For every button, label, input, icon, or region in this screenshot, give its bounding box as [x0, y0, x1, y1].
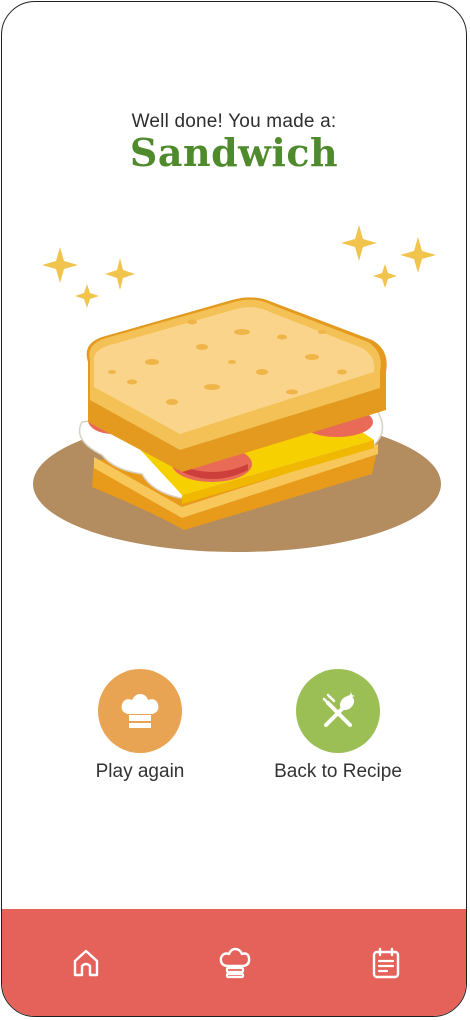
sparkle-icon: [42, 225, 436, 308]
sandwich-illustration: [33, 225, 441, 552]
calendar-icon: [372, 947, 400, 979]
home-icon: [73, 949, 99, 977]
play-again-action[interactable]: Play again: [50, 669, 230, 783]
back-to-recipe-label: Back to Recipe: [274, 761, 402, 782]
chef-hat-icon: [219, 947, 251, 979]
bottom-nav: [2, 909, 466, 1016]
chef-hat-icon: [121, 694, 159, 728]
play-again-label: Play again: [95, 761, 185, 782]
dish-title: Sandwich: [129, 130, 339, 175]
utensils-icon: [322, 692, 355, 727]
nav-home[interactable]: [68, 945, 104, 981]
nav-calendar[interactable]: [368, 945, 404, 981]
play-again-button[interactable]: [98, 669, 182, 753]
back-to-recipe-button[interactable]: [296, 669, 380, 753]
nav-cook[interactable]: [217, 945, 253, 981]
back-to-recipe-action[interactable]: Back to Recipe: [248, 669, 428, 783]
phone-frame: Well done! You made a: Sandwich Play aga…: [1, 1, 467, 1017]
